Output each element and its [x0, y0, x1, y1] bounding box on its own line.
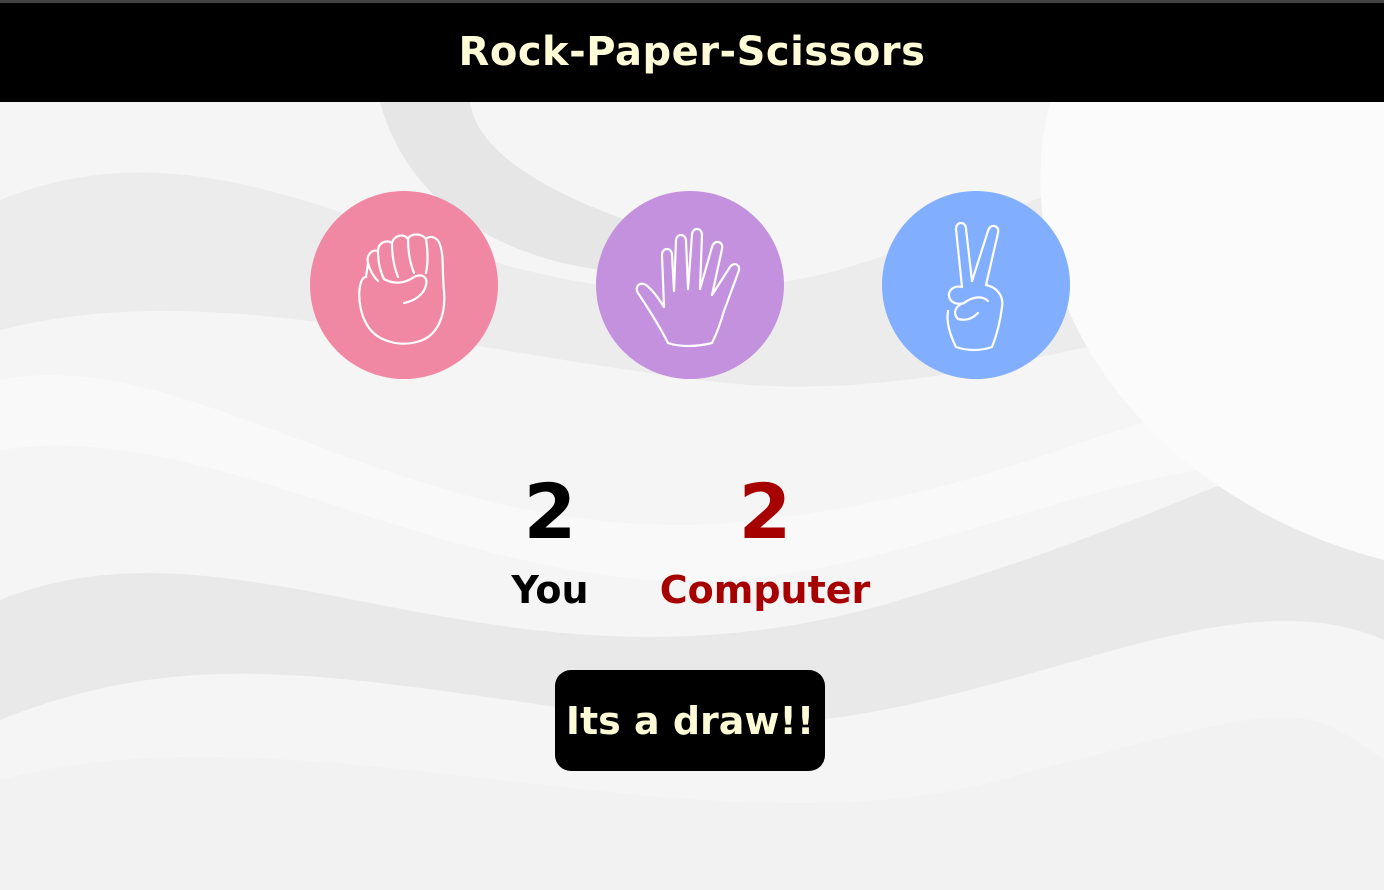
computer-score-panel: 2 Computer: [650, 467, 880, 612]
fist-icon: [358, 233, 446, 345]
page-title: Rock-Paper-Scissors: [458, 28, 926, 75]
rock-button[interactable]: [310, 191, 498, 379]
computer-score: 2: [738, 467, 792, 556]
result-text: Its a draw!!: [565, 698, 815, 743]
open-hand-icon: [635, 227, 741, 348]
computer-score-label: Computer: [659, 568, 871, 612]
paper-button[interactable]: [596, 191, 784, 379]
user-score-panel: 2 You: [490, 467, 610, 612]
scissors-button[interactable]: [882, 191, 1070, 379]
peace-hand-icon: [946, 221, 1004, 352]
header-bar: Rock-Paper-Scissors: [0, 0, 1384, 102]
result-message: Its a draw!!: [555, 670, 825, 771]
user-score-label: You: [511, 568, 589, 612]
user-score: 2: [523, 467, 577, 556]
